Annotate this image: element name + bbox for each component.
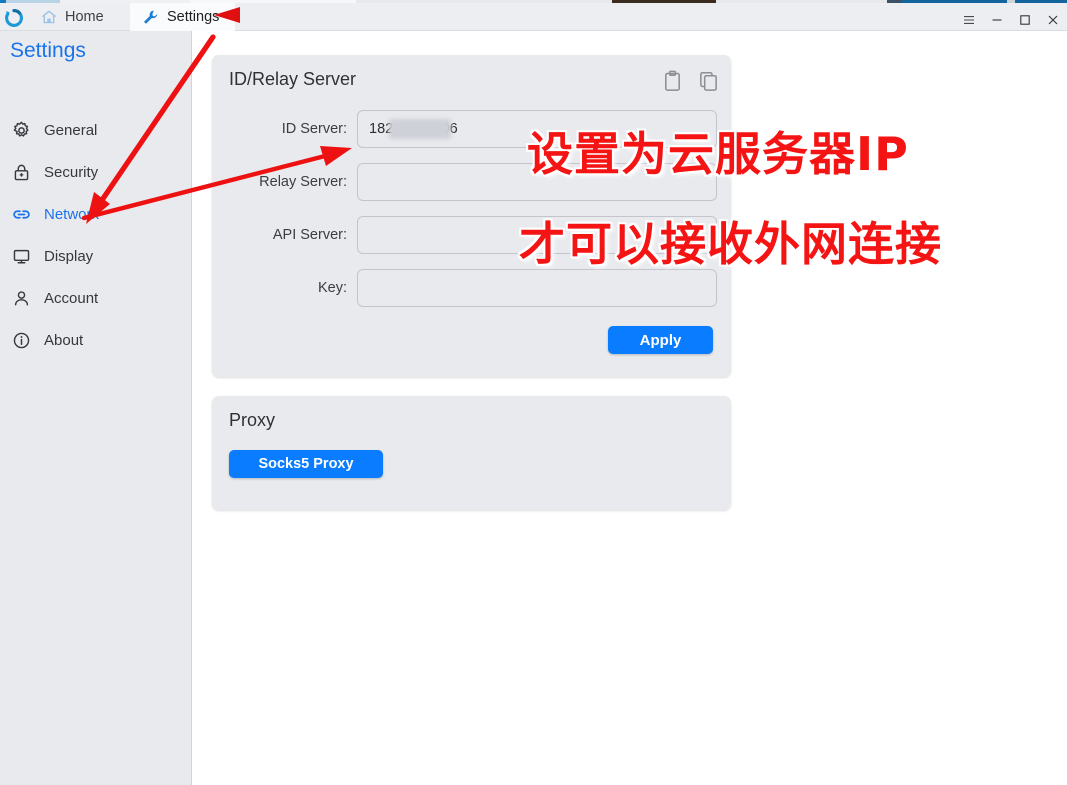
minimize-button[interactable] (983, 6, 1011, 34)
field-label-id-server: ID Server: (281, 121, 347, 137)
proxy-card: Proxy Socks5 Proxy (212, 396, 731, 510)
socks5-proxy-button[interactable]: Socks5 Proxy (229, 450, 383, 478)
app-window: Home Settings Settings General Security … (0, 0, 1067, 785)
field-row-key: Key: (212, 266, 731, 310)
sidebar-item-label: Display (44, 247, 94, 265)
api-server-input[interactable] (357, 216, 717, 254)
sidebar-item-label: About (44, 331, 84, 349)
field-row-id-server: ID Server: (212, 107, 731, 151)
key-input[interactable] (357, 269, 717, 307)
paste-icon[interactable] (661, 69, 683, 93)
redacted-overlay (389, 119, 451, 139)
app-logo-icon (3, 7, 25, 29)
main-content: ID/Relay Server ID Server: 182 06 Relay … (193, 31, 1067, 785)
id-relay-server-card: ID/Relay Server ID Server: 182 06 Relay … (212, 55, 731, 377)
sidebar-title: Settings (10, 39, 86, 62)
tab-bar: Home Settings (0, 3, 1067, 31)
gear-icon (11, 120, 31, 140)
sidebar-item-label: General (44, 121, 98, 139)
sidebar-item-network[interactable]: Network (0, 193, 192, 235)
apply-button[interactable]: Apply (608, 326, 713, 354)
sidebar-item-general[interactable]: General (0, 109, 192, 151)
maximize-button[interactable] (1011, 6, 1039, 34)
copy-icon[interactable] (697, 69, 719, 93)
field-row-api-server: API Server: (212, 213, 731, 257)
home-icon (40, 9, 57, 26)
field-label-api-server: API Server: (272, 227, 347, 243)
sidebar-item-security[interactable]: Security (0, 151, 192, 193)
sidebar-nav: General Security Network Display Account… (0, 109, 192, 361)
sidebar-item-about[interactable]: About (0, 319, 192, 361)
tab-settings[interactable]: Settings (130, 3, 236, 31)
close-button[interactable] (1039, 6, 1067, 34)
sidebar-item-label: Network (44, 205, 100, 223)
monitor-icon (11, 246, 31, 266)
sidebar-item-display[interactable]: Display (0, 235, 192, 277)
id-server-input-wrap (357, 110, 717, 148)
window-controls (955, 6, 1067, 34)
sidebar-item-account[interactable]: Account (0, 277, 192, 319)
sidebar-item-label: Account (44, 289, 99, 307)
card-actions (661, 69, 719, 93)
tab-home[interactable]: Home (28, 3, 120, 31)
card-title: Proxy (229, 410, 276, 430)
lock-icon (11, 162, 31, 182)
wrench-icon (142, 9, 159, 26)
field-label-key: Key: (317, 280, 347, 296)
info-icon (11, 330, 31, 350)
card-title: ID/Relay Server (229, 69, 357, 89)
sidebar: Settings General Security Network Displa… (0, 31, 192, 785)
tab-home-label: Home (65, 9, 104, 25)
sidebar-item-label: Security (44, 163, 99, 181)
person-icon (11, 288, 31, 308)
tab-settings-label: Settings (167, 9, 220, 25)
menu-button[interactable] (955, 6, 983, 34)
link-icon (11, 204, 31, 224)
field-label-relay-server: Relay Server: (259, 174, 347, 190)
relay-server-input[interactable] (357, 163, 717, 201)
field-row-relay-server: Relay Server: (212, 160, 731, 204)
